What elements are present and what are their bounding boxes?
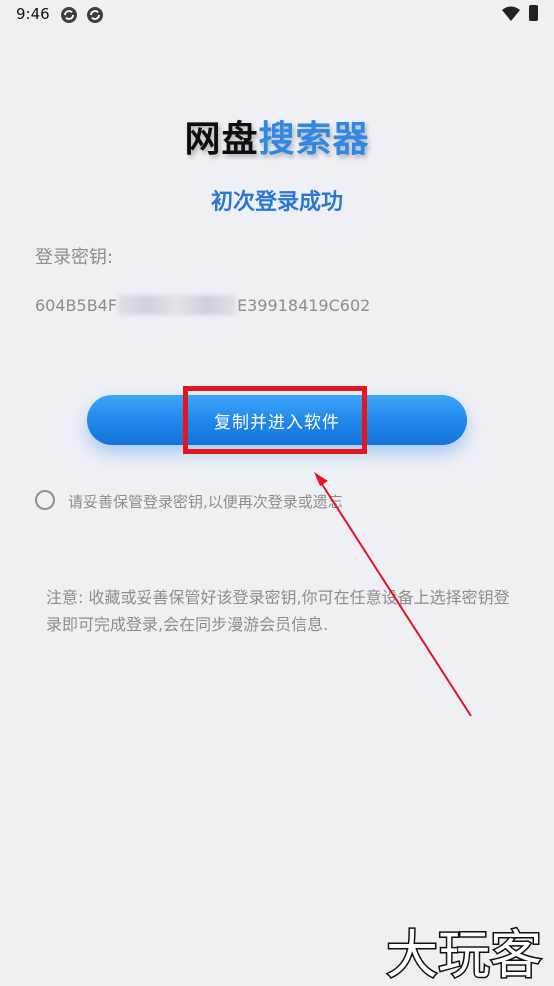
login-key-label: 登录密钥: xyxy=(35,247,114,268)
copy-and-enter-button[interactable]: 复制并进入软件 xyxy=(87,395,467,445)
sync-icon xyxy=(61,7,77,23)
login-key-prefix: 604B5B4F xyxy=(35,295,118,315)
login-success-screen: 9:46 网盘搜索器 初次登录成功 登录密钥: 604B5B4F E399184… xyxy=(0,0,554,986)
remember-key-label[interactable]: 请妥善保管登录密钥,以便再次登录或遗忘 xyxy=(68,491,343,512)
login-key-redacted xyxy=(118,295,237,315)
status-bar: 9:46 xyxy=(0,0,554,30)
app-title-part1: 网盘 xyxy=(184,119,259,160)
sync-icon xyxy=(87,7,103,23)
notice-text: 注意: 收藏或妥善保管好该登录密钥,你可在任意设备上选择密钥登录即可完成登录,会… xyxy=(46,588,510,634)
login-key-suffix: E39918419C602 xyxy=(237,295,371,315)
watermark-text: 大玩客 xyxy=(386,926,542,981)
remember-key-radio[interactable] xyxy=(35,490,55,510)
battery-icon xyxy=(529,5,538,21)
app-title-part2: 搜索器 xyxy=(258,119,370,160)
app-title: 网盘搜索器 xyxy=(0,110,554,162)
login-key-value: 604B5B4F E39918419C602 xyxy=(35,294,370,316)
wifi-icon xyxy=(502,6,520,21)
watermark-logo: 大玩客 xyxy=(385,925,544,982)
login-success-heading: 初次登录成功 xyxy=(210,190,343,215)
status-time: 9:46 xyxy=(16,5,50,23)
